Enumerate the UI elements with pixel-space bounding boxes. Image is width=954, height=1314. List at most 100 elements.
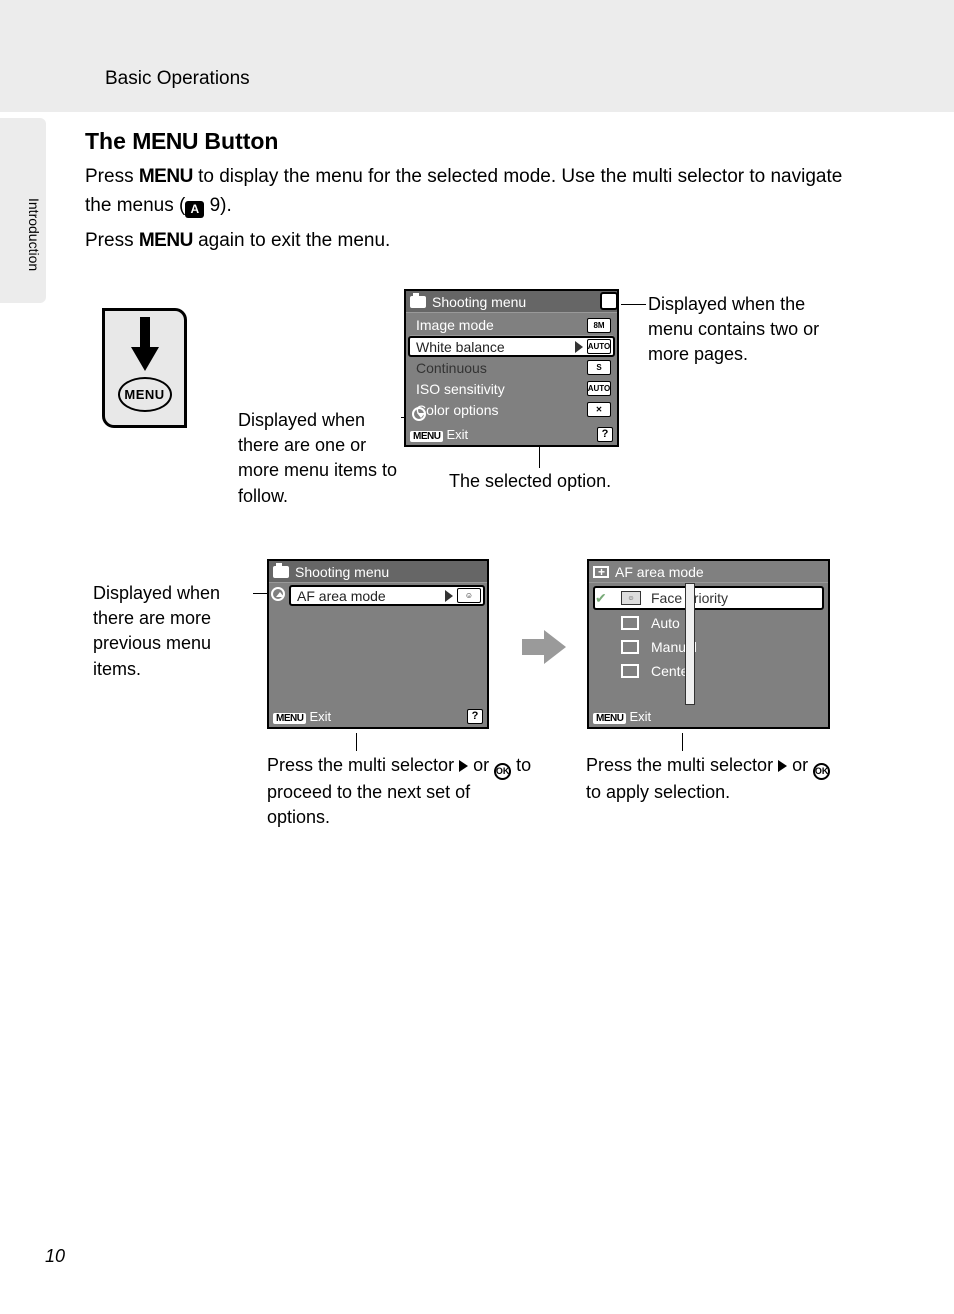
- p1-ref: 9).: [204, 195, 231, 216]
- chevron-right-icon: [445, 590, 453, 602]
- exit-label: Exit: [446, 427, 468, 442]
- callout-proceed: Press the multi selector or OK to procee…: [267, 753, 537, 830]
- paragraph-2: Press MENU again to exit the menu.: [85, 226, 845, 255]
- camera-icon: [273, 566, 289, 578]
- selection-bar: [685, 583, 695, 705]
- option-label: Auto: [651, 615, 680, 631]
- callout-pages: Displayed when the menu contains two or …: [648, 292, 848, 368]
- screen3-items: ✔ ☺ Face priority Auto Manual Center: [589, 583, 828, 683]
- mi-label: White balance: [416, 339, 505, 355]
- p2-menuword: MENU: [139, 230, 193, 251]
- af-option-center: Center: [589, 659, 828, 683]
- p1-a: Press: [85, 166, 139, 187]
- ca-a: Press the multi selector: [586, 755, 778, 775]
- mi-badge: S: [587, 360, 611, 375]
- screen2-items: AF area mode ☺: [269, 583, 487, 606]
- transition-arrow-icon: [522, 630, 566, 669]
- af-area-mode-screen: AF area mode ✔ ☺ Face priority Auto Manu…: [587, 559, 830, 729]
- mi-badge: ✕: [587, 402, 611, 417]
- side-tab-label: Introduction: [26, 198, 42, 271]
- right-icon: [778, 760, 787, 772]
- ok-icon: OK: [494, 763, 511, 780]
- p1-menuword: MENU: [139, 166, 193, 187]
- menu-button-graphic: MENU: [102, 308, 187, 428]
- menu-badge-icon: MENU: [273, 713, 306, 724]
- af-option-auto: Auto: [589, 611, 828, 635]
- af-area-icon: [593, 566, 609, 578]
- cp-a: Press the multi selector: [267, 755, 459, 775]
- menu-item-white-balance: White balance AUTO: [408, 336, 615, 357]
- leaderline: [682, 733, 683, 751]
- paragraph-1: Press MENU to display the menu for the s…: [85, 162, 845, 221]
- mi-badge: AUTO: [587, 381, 611, 396]
- p2-a: Press: [85, 230, 139, 251]
- mi-badge: AUTO: [587, 339, 611, 354]
- menu-item-continuous: Continuous S: [410, 357, 613, 378]
- title-suffix: Button: [198, 128, 278, 154]
- help-icon: ?: [597, 427, 613, 442]
- menu-badge-icon: MENU: [410, 431, 443, 442]
- callout-apply: Press the multi selector or OK to apply …: [586, 753, 831, 805]
- screen1-title: Shooting menu: [432, 294, 526, 310]
- more-above-icon: [271, 587, 285, 601]
- leaderline: [356, 733, 357, 751]
- mi-label: Color options: [416, 402, 499, 418]
- menu-badge-icon: MENU: [593, 713, 626, 724]
- title-menu-word: MENU: [132, 128, 198, 154]
- callout-previous: Displayed when there are more previous m…: [93, 581, 253, 682]
- exit-label: Exit: [309, 709, 331, 724]
- menu-item-iso: ISO sensitivity AUTO: [410, 378, 613, 399]
- ok-icon: OK: [813, 763, 830, 780]
- exit-label: Exit: [629, 709, 651, 724]
- face-priority-icon: ☺: [621, 591, 641, 605]
- ca-c: to apply selection.: [586, 782, 730, 802]
- crossref-icon: A: [185, 201, 204, 218]
- cp-b: or: [468, 755, 494, 775]
- screen3-title: AF area mode: [615, 564, 704, 580]
- menu-button-label: MENU: [118, 377, 172, 412]
- screen3-footer: MENUExit: [593, 707, 824, 725]
- page-number: 10: [45, 1246, 65, 1267]
- more-below-icon: [412, 407, 426, 421]
- leaderline: [539, 444, 540, 468]
- screen-title-bar: AF area mode: [589, 561, 828, 583]
- callout-follow: Displayed when there are one or more men…: [238, 408, 403, 509]
- header-band: Basic Operations: [0, 0, 954, 112]
- screen-title-bar: Shooting menu: [269, 561, 487, 583]
- center-icon: [621, 664, 639, 678]
- screen2-footer: MENUExit ?: [273, 707, 483, 725]
- shooting-menu-screen-2: Shooting menu AF area mode ☺ MENUExit ?: [267, 559, 489, 729]
- chevron-right-icon: [575, 341, 583, 353]
- leaderline: [621, 304, 646, 305]
- right-icon: [459, 760, 468, 772]
- camera-icon: [410, 296, 426, 308]
- menu-item-color-options: Color options ✕: [410, 399, 613, 420]
- menu-item-image-mode: Image mode 8M: [410, 315, 613, 336]
- mi-label: Continuous: [416, 360, 487, 376]
- page-title: The MENU Button: [85, 128, 278, 155]
- screen2-title: Shooting menu: [295, 564, 389, 580]
- mi-badge: ☺: [457, 588, 481, 603]
- title-prefix: The: [85, 128, 132, 154]
- arrow-down-icon: [131, 317, 159, 371]
- p2-b: again to exit the menu.: [193, 230, 391, 251]
- check-icon: ✔: [595, 590, 607, 607]
- mi-label: Image mode: [416, 317, 494, 333]
- shooting-menu-screen-1: Shooting menu Image mode 8M White balanc…: [404, 289, 619, 447]
- scroll-indicator-icon: [600, 292, 618, 310]
- auto-icon: [621, 616, 639, 630]
- section-header: Basic Operations: [105, 68, 250, 90]
- screen1-items: Image mode 8M White balance AUTO Continu…: [406, 313, 617, 420]
- menu-item-af-area-mode: AF area mode ☺: [289, 585, 485, 606]
- ca-b: or: [787, 755, 813, 775]
- manual-icon: [621, 640, 639, 654]
- screen1-footer: MENUExit ?: [410, 425, 613, 443]
- screen-title-bar: Shooting menu: [406, 291, 617, 313]
- mi-label: AF area mode: [297, 588, 386, 604]
- af-option-face-priority: ✔ ☺ Face priority: [593, 586, 824, 610]
- af-option-manual: Manual: [589, 635, 828, 659]
- callout-selected: The selected option.: [449, 469, 611, 494]
- mi-badge: 8M: [587, 318, 611, 333]
- mi-label: ISO sensitivity: [416, 381, 505, 397]
- help-icon: ?: [467, 709, 483, 724]
